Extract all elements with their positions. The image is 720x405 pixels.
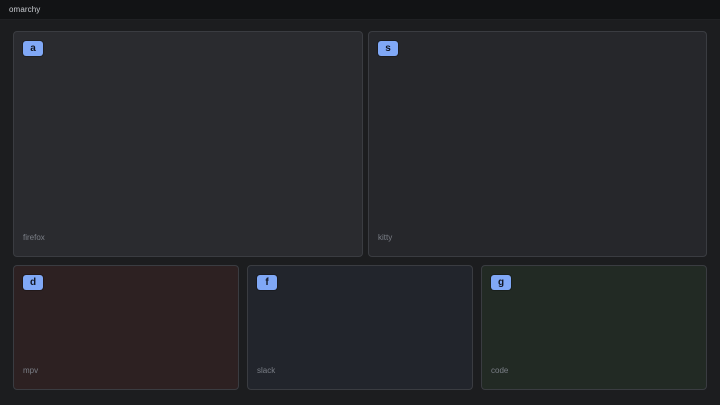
hint-key-badge: g — [491, 275, 511, 290]
hint-key-badge: f — [257, 275, 277, 290]
window-kitty[interactable]: s kitty — [368, 31, 707, 257]
hint-key-badge: a — [23, 41, 43, 56]
top-bar: omarchy — [0, 0, 720, 20]
window-code[interactable]: g code — [481, 265, 707, 390]
window-slack[interactable]: f slack — [247, 265, 473, 390]
window-app-label: firefox — [23, 233, 45, 242]
window-app-label: kitty — [378, 233, 393, 242]
workspace-title: omarchy — [9, 5, 41, 14]
window-app-label: slack — [257, 366, 276, 375]
hint-key-badge: d — [23, 275, 43, 290]
window-app-label: mpv — [23, 366, 39, 375]
hint-key-badge: s — [378, 41, 398, 56]
window-mpv[interactable]: d mpv — [13, 265, 239, 390]
window-firefox[interactable]: a firefox — [13, 31, 363, 257]
window-app-label: code — [491, 366, 509, 375]
